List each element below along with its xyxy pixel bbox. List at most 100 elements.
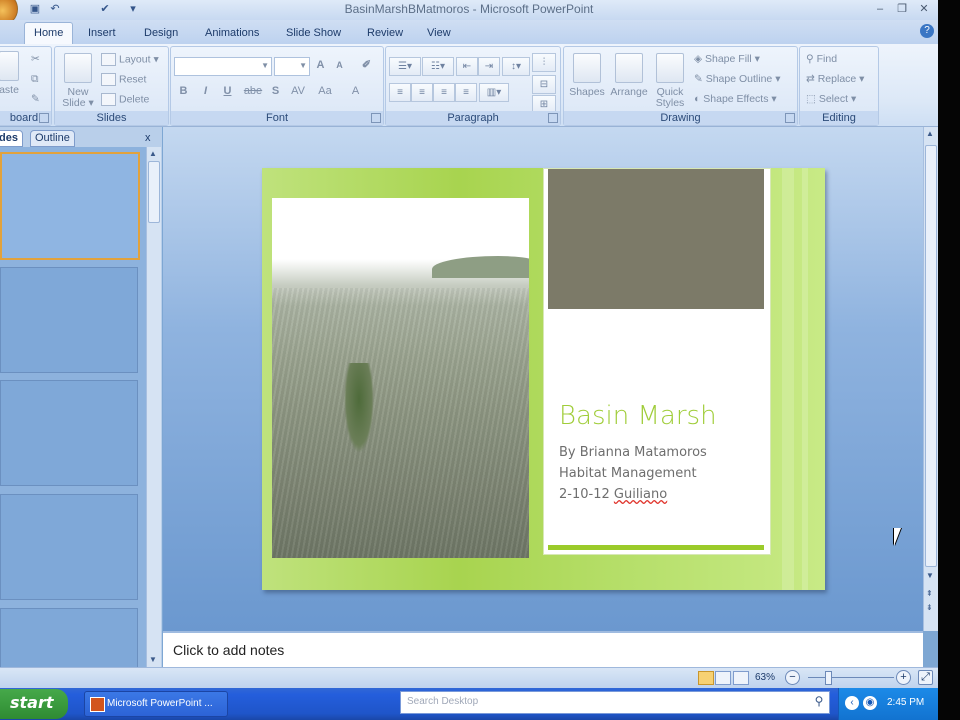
spelling-icon[interactable]: ✔ — [98, 2, 112, 16]
line-spacing-icon[interactable]: ↕▾ — [502, 57, 530, 76]
minimize-icon[interactable]: – — [871, 1, 889, 17]
shapes-button[interactable]: Shapes — [568, 53, 606, 98]
shape-effects-button[interactable]: ◐ Shape Effects ▾ — [694, 93, 777, 105]
slide-subtitle-date[interactable]: 2-10-12 Guiliano — [559, 487, 667, 502]
arrange-button[interactable]: Arrange — [608, 53, 650, 98]
format-painter-icon[interactable]: ✎ — [31, 93, 40, 105]
scroll-up-icon[interactable]: ▲ — [149, 149, 157, 158]
strikethrough-button[interactable]: abe — [241, 83, 265, 100]
shape-outline-button[interactable]: ✎ Shape Outline ▾ — [694, 73, 780, 85]
shadow-button[interactable]: S — [267, 83, 284, 100]
close-pane-icon[interactable]: x — [145, 132, 151, 144]
slide-thumbnail-4[interactable] — [0, 494, 138, 600]
change-case-button[interactable]: Aa — [315, 83, 335, 100]
clock[interactable]: 2:45 PM — [887, 697, 924, 708]
clipboard-launcher-icon[interactable] — [39, 113, 49, 123]
character-spacing-button[interactable]: AV — [287, 83, 309, 100]
layout-button[interactable]: Layout ▾ — [101, 53, 159, 66]
restore-icon[interactable]: ❐ — [893, 1, 911, 17]
slide-scrollbar[interactable]: ▲ ▼ ⇞ ⇟ — [923, 127, 938, 631]
undo-icon[interactable]: ↶ — [48, 2, 62, 16]
scrollbar-thumb[interactable] — [148, 161, 160, 223]
scroll-up-icon[interactable]: ▲ — [926, 129, 934, 138]
normal-view-icon[interactable] — [698, 671, 714, 685]
find-button[interactable]: ⚲ Find — [806, 53, 837, 65]
zoom-in-button[interactable]: + — [896, 670, 911, 685]
network-icon[interactable]: ◉ — [863, 696, 877, 710]
notes-placeholder[interactable]: Click to add notes — [173, 642, 284, 658]
slide-thumbnail-3[interactable] — [0, 380, 138, 486]
delete-button[interactable]: Delete — [101, 93, 149, 106]
font-launcher-icon[interactable] — [371, 113, 381, 123]
align-right-icon[interactable]: ≡ — [433, 83, 455, 102]
font-color-button[interactable]: A — [347, 83, 364, 100]
quick-styles-button[interactable]: Quick Styles ▾ — [652, 53, 688, 120]
align-left-icon[interactable]: ≡ — [389, 83, 411, 102]
italic-button[interactable]: I — [197, 83, 214, 100]
grow-font-button[interactable]: A — [312, 57, 329, 74]
tab-slides[interactable]: des — [0, 130, 23, 147]
select-button[interactable]: ⬚ Select ▾ — [806, 93, 856, 105]
paste-button[interactable]: aste — [0, 51, 21, 96]
save-icon[interactable]: ▣ — [28, 2, 42, 16]
replace-button[interactable]: ⇄ Replace ▾ — [806, 73, 864, 85]
slide-scrollbar-thumb[interactable] — [925, 145, 937, 567]
font-name-combo[interactable]: ▼ — [174, 57, 272, 76]
tab-animations[interactable]: Animations — [205, 25, 259, 44]
slide-subtitle-author[interactable]: By Brianna Matamoros — [559, 445, 707, 460]
slide-title[interactable]: Basin Marsh — [559, 401, 717, 431]
desktop-search-input[interactable]: Search Desktop ⚲ — [400, 691, 830, 714]
zoom-level[interactable]: 63% — [755, 672, 775, 683]
slide-sorter-view-icon[interactable] — [715, 671, 731, 685]
slide-thumbnail-5[interactable] — [0, 608, 138, 667]
start-button[interactable]: start — [0, 689, 68, 719]
font-size-combo[interactable]: ▼ — [274, 57, 310, 76]
taskbar-item-powerpoint[interactable]: Microsoft PowerPoint ... — [84, 691, 228, 717]
slide-subtitle-course[interactable]: Habitat Management — [559, 466, 697, 481]
align-text-icon[interactable]: ⊟ — [532, 75, 556, 94]
columns-icon[interactable]: ▥▾ — [479, 83, 509, 102]
slide-thumbnail-2[interactable] — [0, 267, 138, 373]
zoom-slider-track[interactable] — [808, 677, 894, 678]
tab-design[interactable]: Design — [144, 25, 178, 44]
previous-slide-icon[interactable]: ⇞ — [926, 589, 933, 598]
back-arrow-icon[interactable]: ‹ — [845, 696, 859, 710]
numbering-icon[interactable]: ☷▾ — [422, 57, 454, 76]
new-slide-button[interactable]: New Slide ▾ — [59, 53, 97, 109]
shrink-font-button[interactable]: A — [331, 57, 348, 74]
justify-icon[interactable]: ≡ — [455, 83, 477, 102]
tab-insert[interactable]: Insert — [88, 25, 116, 44]
align-center-icon[interactable]: ≡ — [411, 83, 433, 102]
bullets-icon[interactable]: ☰▾ — [389, 57, 421, 76]
fit-to-window-icon[interactable]: ⤢ — [918, 670, 933, 685]
increase-indent-icon[interactable]: ⇥ — [478, 57, 500, 76]
tab-review[interactable]: Review — [367, 25, 403, 44]
slide-show-view-icon[interactable] — [733, 671, 749, 685]
cut-icon[interactable]: ✂ — [31, 53, 40, 65]
zoom-out-button[interactable]: − — [785, 670, 800, 685]
scroll-down-icon[interactable]: ▼ — [926, 571, 934, 580]
paragraph-launcher-icon[interactable] — [548, 113, 558, 123]
text-direction-icon[interactable]: ⫶ — [532, 53, 556, 72]
bold-button[interactable]: B — [175, 83, 192, 100]
tab-slide-show[interactable]: Slide Show — [286, 25, 341, 44]
notes-pane[interactable]: Click to add notes — [163, 631, 923, 669]
tab-outline[interactable]: Outline — [30, 130, 75, 147]
zoom-slider-knob[interactable] — [825, 671, 832, 685]
next-slide-icon[interactable]: ⇟ — [926, 603, 933, 612]
copy-icon[interactable]: ⧉ — [31, 73, 39, 86]
thumbnails-scrollbar[interactable]: ▲ ▼ — [146, 147, 161, 667]
scroll-down-icon[interactable]: ▼ — [149, 655, 157, 664]
clear-formatting-icon[interactable]: ✐ — [358, 57, 375, 74]
current-slide[interactable]: Basin Marsh By Brianna Matamoros Habitat… — [262, 168, 825, 590]
drawing-launcher-icon[interactable] — [785, 113, 795, 123]
shape-fill-button[interactable]: ◈ Shape Fill ▾ — [694, 53, 760, 65]
tab-home[interactable]: Home — [24, 22, 74, 45]
help-icon[interactable]: ? — [920, 24, 934, 38]
close-icon[interactable]: ✕ — [915, 1, 933, 17]
tab-view[interactable]: View — [427, 25, 451, 44]
slide-thumbnail-1[interactable] — [0, 152, 140, 260]
decrease-indent-icon[interactable]: ⇤ — [456, 57, 478, 76]
underline-button[interactable]: U — [219, 83, 236, 100]
reset-button[interactable]: Reset — [101, 73, 146, 86]
